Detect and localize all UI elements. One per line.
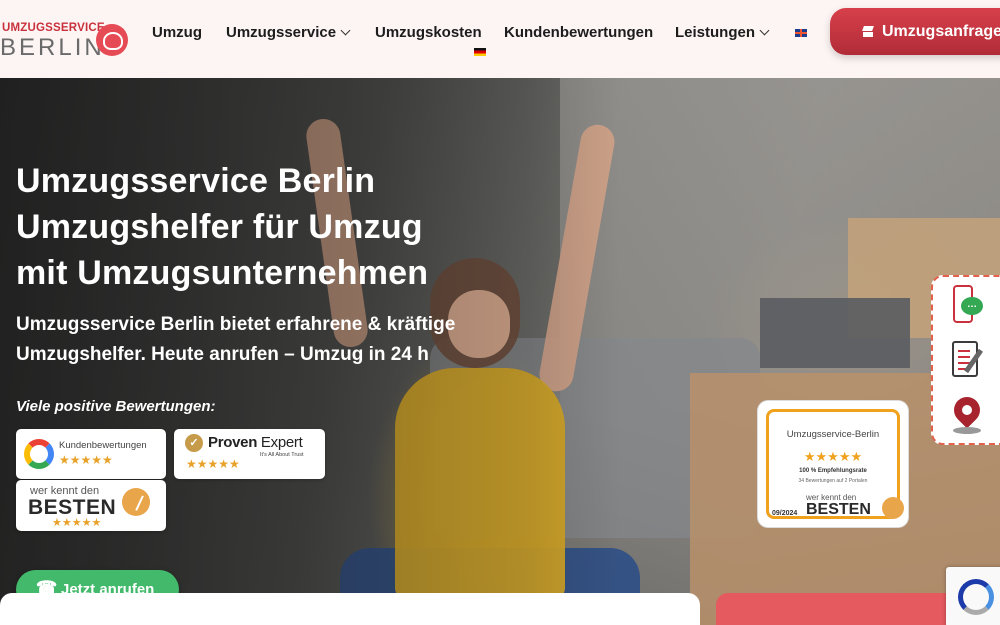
certificate-title: Umzugsservice-Berlin	[786, 429, 880, 440]
wkdb-rating-stars: ★★★★★	[52, 517, 102, 529]
hero-subtitle-line: Umzugsservice Berlin bietet erfahrene & …	[16, 314, 456, 335]
provenexpert-name: Proven Expert	[208, 434, 303, 451]
pin-shadow	[953, 427, 981, 434]
hero-title-line: mit Umzugsunternehmen	[16, 254, 429, 292]
google-rating-stars: ★★★★★	[59, 453, 113, 467]
provenexpert-name-bold: Proven	[208, 434, 258, 451]
certificate-stars: ★★★★★	[803, 449, 863, 464]
location-button[interactable]	[948, 391, 986, 435]
hero-subtitle-line: Umzugshelfer. Heute anrufen – Umzug in 2…	[16, 344, 429, 365]
google-logo-icon	[24, 439, 54, 469]
hero-box	[760, 298, 910, 368]
nav-item-label: Umzugsservice	[226, 24, 337, 41]
provenexpert-tagline: It's All About Trust	[260, 452, 304, 458]
site-logo[interactable]: UMZUGSSERVICE BERLIN	[0, 20, 130, 61]
google-reviews-badge[interactable]: Kundenbewertungen ★★★★★	[16, 429, 166, 479]
boxes-icon	[862, 25, 875, 38]
map-pin-icon	[948, 391, 986, 429]
umzugsanfrage-label: Umzugsanfrage	[882, 22, 1000, 40]
umzugsanfrage-button[interactable]: Umzugsanfrage	[830, 8, 1000, 55]
certificate-besten-text: BESTEN	[806, 501, 871, 518]
certificate-rate: 100 % Empfehlungsrate	[799, 468, 867, 474]
reviews-label: Viele positive Bewertungen:	[16, 398, 216, 415]
english-flag-icon[interactable]	[795, 29, 807, 37]
floating-contact-panel: …	[931, 275, 1000, 445]
hero-title-line: Umzugshelfer für Umzug	[16, 208, 423, 246]
chevron-down-icon	[340, 25, 351, 36]
hero-title-line: Umzugsservice Berlin	[16, 162, 376, 200]
provenexpert-name-rest: Expert	[257, 434, 303, 451]
hero-section: Umzugsservice Berlin Umzugshelfer für Um…	[0, 78, 1000, 625]
provenexpert-rating-stars: ★★★★★	[186, 457, 240, 471]
whatsapp-contact-button[interactable]: …	[949, 285, 985, 325]
recommendation-certificate[interactable]: Umzugsservice-Berlin ★★★★★ 100 % Empfehl…	[758, 401, 908, 527]
request-form-button[interactable]	[949, 340, 985, 380]
hero-subtitle: Umzugsservice Berlin bietet erfahrene & …	[16, 310, 536, 370]
german-flag-icon[interactable]	[474, 48, 486, 56]
nav-item-umzugskosten[interactable]: Umzugskosten	[375, 24, 482, 41]
logo-text-top: UMZUGSSERVICE	[2, 22, 105, 34]
chevron-down-icon	[759, 25, 770, 36]
provenexpert-badge[interactable]: ✓ Proven Expert It's All About Trust ★★★…	[174, 429, 325, 479]
content-card-top	[0, 593, 700, 625]
logo-mark-icon	[96, 24, 128, 56]
nav-item-umzug[interactable]: Umzug	[152, 24, 202, 41]
recaptcha-badge[interactable]	[946, 567, 1000, 625]
nav-item-label: Leistungen	[675, 24, 756, 41]
certificate-logo-icon	[882, 497, 904, 519]
certificate-date: 09/2024	[772, 510, 798, 517]
werkenntdenbesten-badge[interactable]: wer kennt den BESTEN ★★★★★	[16, 480, 166, 531]
chat-bubble-icon: …	[961, 297, 983, 315]
nav-item-leistungen[interactable]: Leistungen	[675, 24, 770, 41]
wkdb-logo-icon	[122, 488, 150, 516]
nav-item-umzugsservice[interactable]: Umzugsservice	[226, 24, 351, 41]
nav-item-kundenbewertungen[interactable]: Kundenbewertungen	[504, 24, 653, 41]
certificate-subtext: 34 Bewertungen auf 2 Portalen	[798, 478, 868, 484]
provenexpert-check-icon: ✓	[185, 434, 203, 452]
site-header: UMZUGSSERVICE BERLIN Umzug Umzugsservice…	[0, 0, 1000, 78]
logo-text-bottom: BERLIN	[0, 34, 105, 61]
google-badge-label: Kundenbewertungen	[59, 440, 147, 451]
hero-title: Umzugsservice Berlin Umzugshelfer für Um…	[16, 158, 576, 296]
